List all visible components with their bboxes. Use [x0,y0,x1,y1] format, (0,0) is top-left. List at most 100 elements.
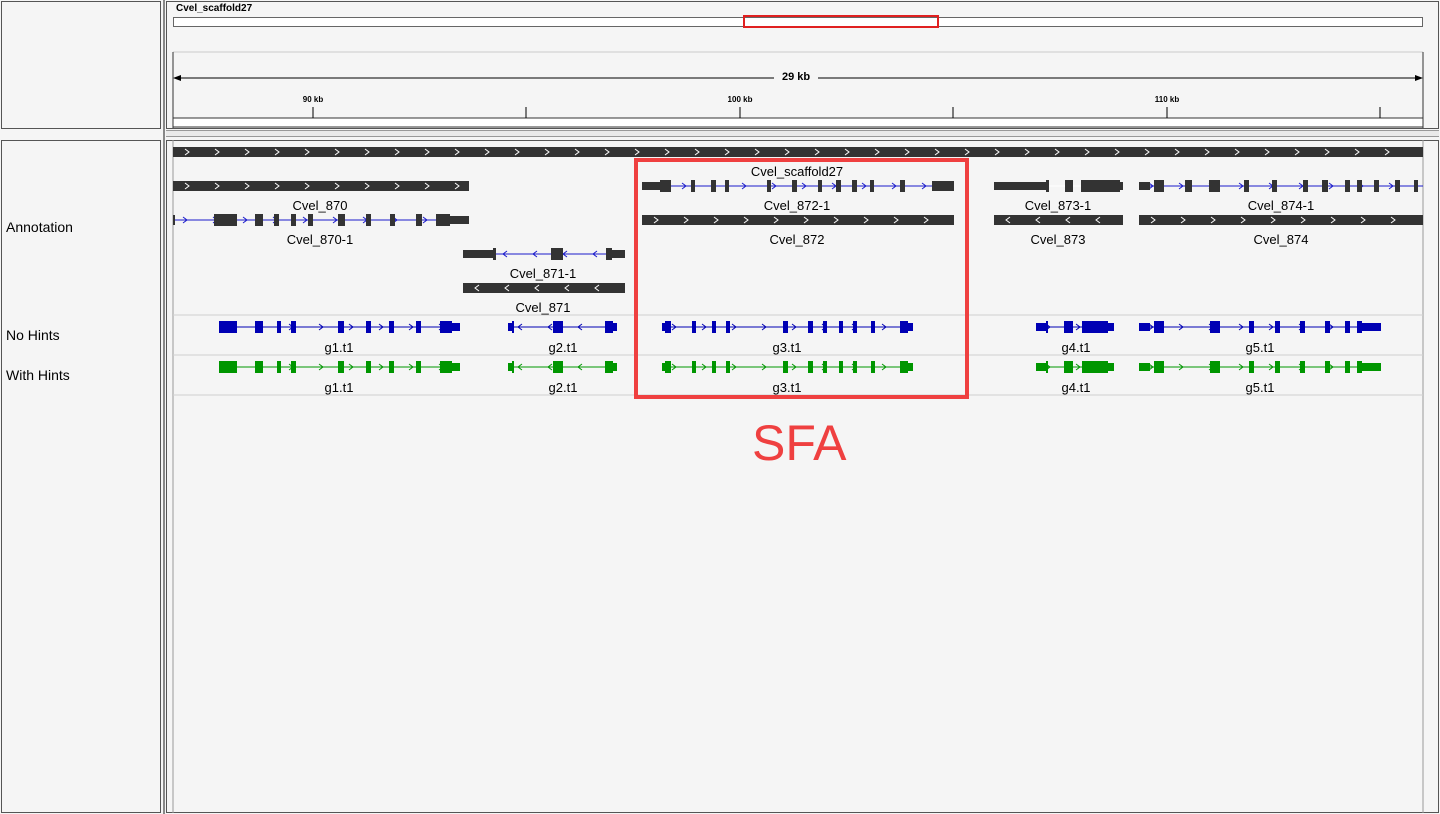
exon [508,363,512,371]
exon [1345,321,1350,333]
exon [1275,321,1280,333]
exon [1082,321,1108,333]
exon [1210,321,1220,333]
exon [1325,321,1330,333]
exon [1249,361,1254,373]
feature-label[interactable]: Cvel_873 [1031,232,1086,247]
tick-label-90kb: 90 kb [302,95,324,104]
exon [1362,363,1381,371]
exon [291,214,296,226]
exon [436,214,450,226]
tick-label-100kb: 100 kb [727,95,753,104]
feature-label[interactable]: g4.t1 [1062,340,1091,355]
track-label-with-hints[interactable]: With Hints [6,367,70,383]
feature-label[interactable]: Cvel_870-1 [287,232,354,247]
feature-label[interactable]: g5.t1 [1246,340,1275,355]
exon [1357,321,1362,333]
exon [255,361,263,373]
exon [508,323,512,331]
exon [291,321,296,333]
track-label-no-hints[interactable]: No Hints [6,327,60,343]
exon [1345,180,1350,192]
feature-label[interactable]: g1.t1 [325,380,354,395]
exon [1154,361,1164,373]
span-right-arrow [1415,75,1423,81]
exon [1357,361,1362,373]
feature-label[interactable]: Cvel_874-1 [1248,198,1315,213]
feature-label[interactable]: g2.t1 [549,380,578,395]
exon [338,214,345,226]
exon [1244,180,1249,192]
exon [1154,180,1164,192]
feature-bar [463,283,625,293]
exon [416,214,422,226]
exon [1108,323,1114,331]
exon [416,361,421,373]
exon [389,361,394,373]
exon [1272,180,1277,192]
exon [1275,361,1280,373]
exon [553,321,563,333]
sfa-annotation-label: SFA [752,415,847,471]
exon [606,248,612,260]
exon [512,361,514,373]
feature-label[interactable]: Cvel_871-1 [510,266,577,281]
exon [338,361,344,373]
exon [366,321,371,333]
feature-label[interactable]: Cvel_870 [293,198,348,213]
exon [1395,180,1400,192]
exon [173,215,175,225]
exon [1036,363,1046,371]
exon [1414,180,1418,192]
exon [1036,323,1046,331]
exon [605,361,613,373]
exon [440,321,452,333]
exon [1108,363,1114,371]
exon [452,363,460,371]
exon [1209,180,1220,192]
exon [255,321,263,333]
exon [277,361,281,373]
feature-label[interactable]: g4.t1 [1062,380,1091,395]
exon [440,361,452,373]
exon [1362,323,1381,331]
exon [219,361,237,373]
exon [493,248,496,260]
feature-label[interactable]: g5.t1 [1246,380,1275,395]
track-label-annotation[interactable]: Annotation [6,219,73,235]
exon [255,214,263,226]
sfa-highlight-box [634,158,969,399]
feature-bar [1139,215,1423,225]
exon [1210,361,1220,373]
exon [551,248,563,260]
exon [1064,321,1073,333]
exon [1325,361,1330,373]
feature-label[interactable]: g1.t1 [325,340,354,355]
ruler-bar [172,117,1424,128]
exon [605,321,613,333]
exon [613,363,617,371]
feature-bar [173,147,1423,157]
exon [277,321,281,333]
exon [1046,321,1048,333]
span-left-arrow [173,75,181,81]
exon [389,321,394,333]
exon [1345,361,1350,373]
exon [612,250,625,258]
feature-bar [994,215,1123,225]
exon [1065,180,1073,192]
exon [512,321,514,333]
feature-label[interactable]: Cvel_874 [1254,232,1309,247]
exon [366,361,371,373]
feature-label[interactable]: g2.t1 [549,340,578,355]
exon [1139,363,1150,371]
exon [1322,180,1328,192]
feature-label[interactable]: Cvel_873-1 [1025,198,1092,213]
genome-tracks-canvas[interactable] [0,0,1440,814]
feature-label[interactable]: Cvel_871 [516,300,571,315]
exon [219,321,237,333]
exon [553,361,563,373]
exon [416,321,421,333]
exon [1064,361,1073,373]
feature-bar [173,181,469,191]
